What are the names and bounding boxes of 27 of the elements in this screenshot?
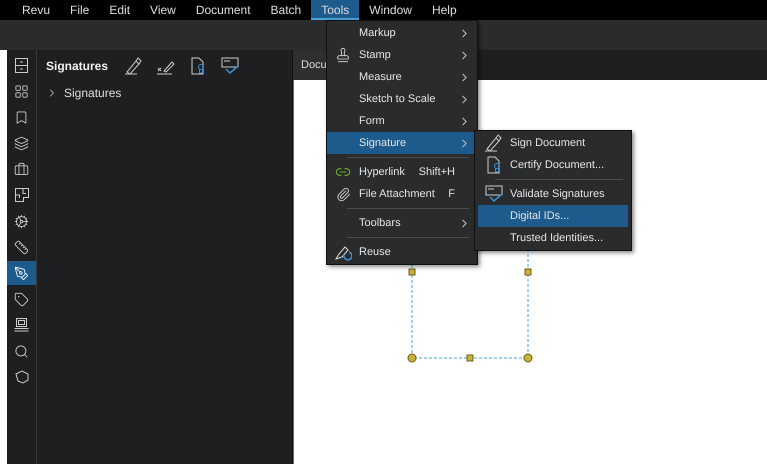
menu-item[interactable]: File Attachment F	[327, 183, 477, 205]
menu-item[interactable]: Form	[327, 110, 477, 132]
menu-bar-item[interactable]: Batch	[260, 0, 312, 20]
menu-item[interactable]: Validate Signatures	[478, 183, 628, 205]
tree-label: Signatures	[64, 86, 122, 100]
menu-item[interactable]: Signature	[327, 132, 477, 154]
menu-item[interactable]: Reuse	[327, 241, 477, 263]
menu-item[interactable]: Sketch to Scale	[327, 88, 477, 110]
menu-item[interactable]: Toolbars	[327, 212, 477, 234]
menu-item[interactable]: Markup	[327, 22, 477, 44]
menu-bar-item[interactable]: Window	[359, 0, 422, 20]
shortcut-label: Shift+H	[418, 166, 455, 178]
menu-item[interactable]: Digital IDs...	[478, 205, 628, 227]
menu-item[interactable]: Certify Document...	[478, 154, 628, 176]
menu-item[interactable]: Trusted Identities...	[478, 227, 628, 249]
menu-item[interactable]: Hyperlink Shift+H	[327, 161, 477, 183]
menu-item[interactable]: Sign Document	[478, 132, 628, 154]
menu-bar-item[interactable]: File	[60, 0, 100, 20]
menu-bar-item[interactable]: Tools	[311, 0, 360, 20]
menu-bar-item[interactable]: Edit	[99, 0, 140, 20]
menu-bar-item[interactable]: View	[140, 0, 186, 20]
menu-bar-item[interactable]: Help	[422, 0, 467, 20]
tree-item[interactable]: Signatures	[37, 82, 292, 104]
shortcut-label: F	[448, 188, 455, 200]
menu-bar-item[interactable]: Document	[186, 0, 261, 20]
panel-title: Signatures	[46, 59, 108, 73]
menu-bar-item[interactable]: Revu	[12, 0, 60, 20]
